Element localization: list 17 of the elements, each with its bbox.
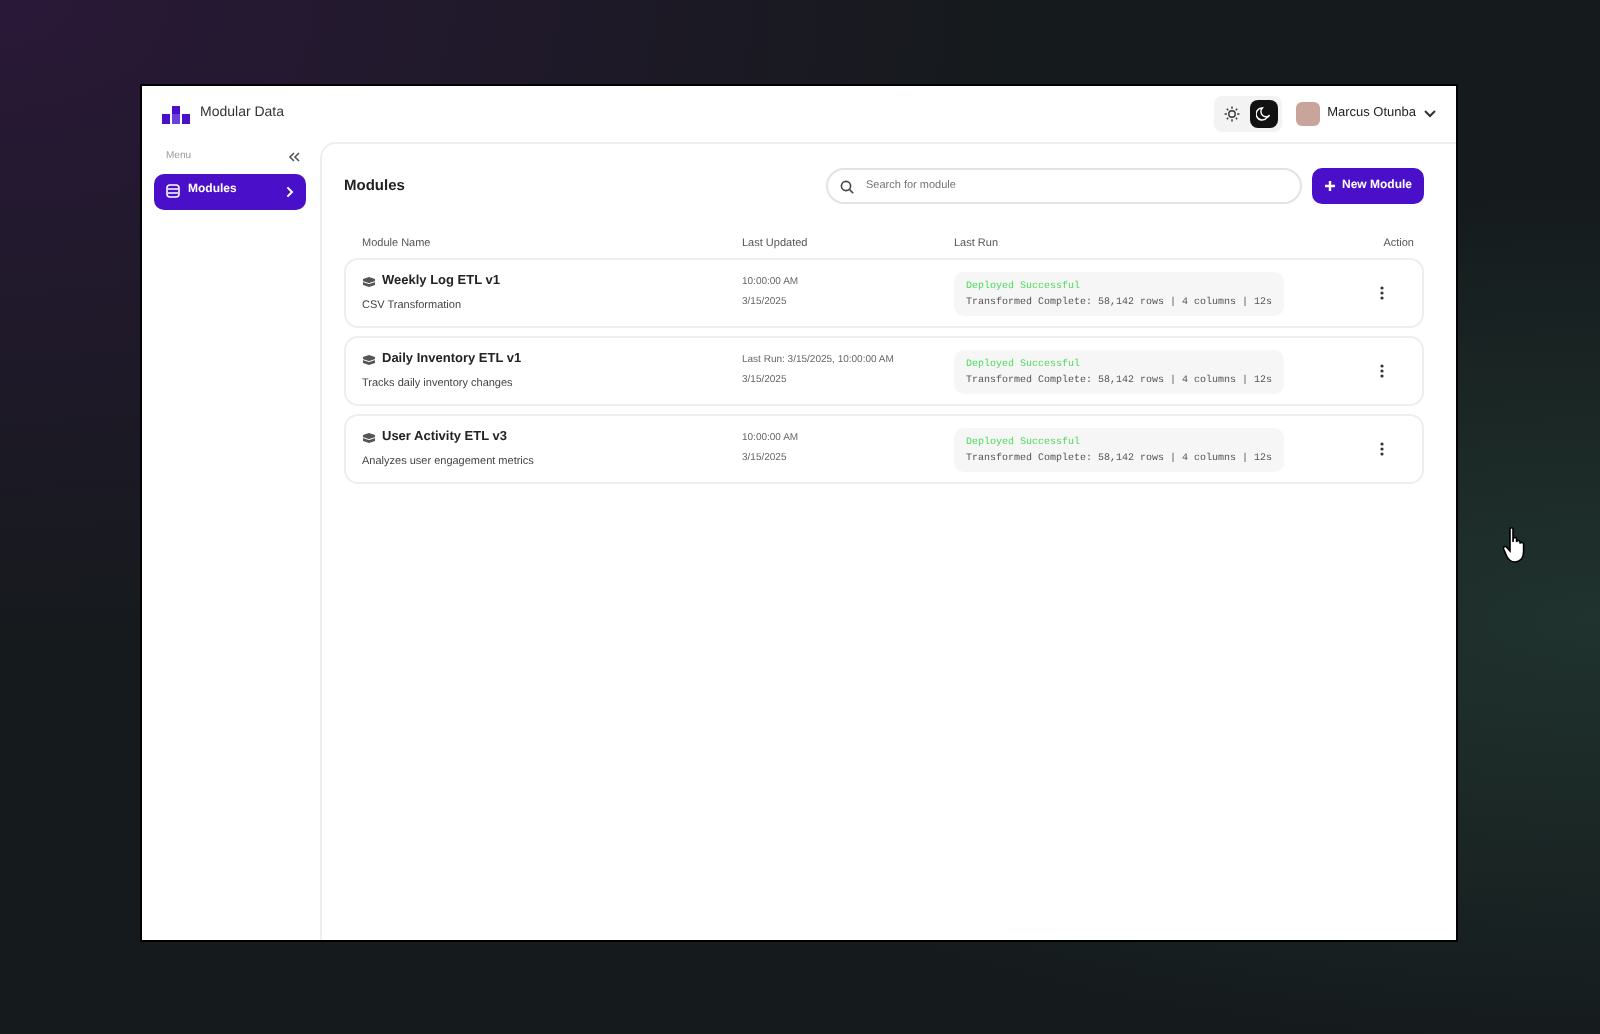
moon-icon [1255, 106, 1272, 122]
more-options-button[interactable] [1376, 361, 1388, 381]
plus-icon [1323, 180, 1336, 192]
more-options-button[interactable] [1376, 439, 1388, 459]
stack-icon [362, 353, 376, 366]
avatar-icon [1295, 102, 1320, 126]
more-options-button[interactable] [1376, 283, 1388, 303]
search-icon [840, 179, 854, 193]
dark-mode-button[interactable] [1249, 100, 1278, 128]
logo-icon [162, 105, 190, 123]
collapse-icon[interactable] [288, 152, 300, 163]
chevron-right-icon [286, 185, 294, 197]
stack-icon [362, 431, 376, 444]
sun-icon [1223, 106, 1240, 122]
database-icon [166, 184, 180, 198]
chevron-down-icon [1424, 110, 1436, 118]
stack-icon [362, 275, 376, 288]
